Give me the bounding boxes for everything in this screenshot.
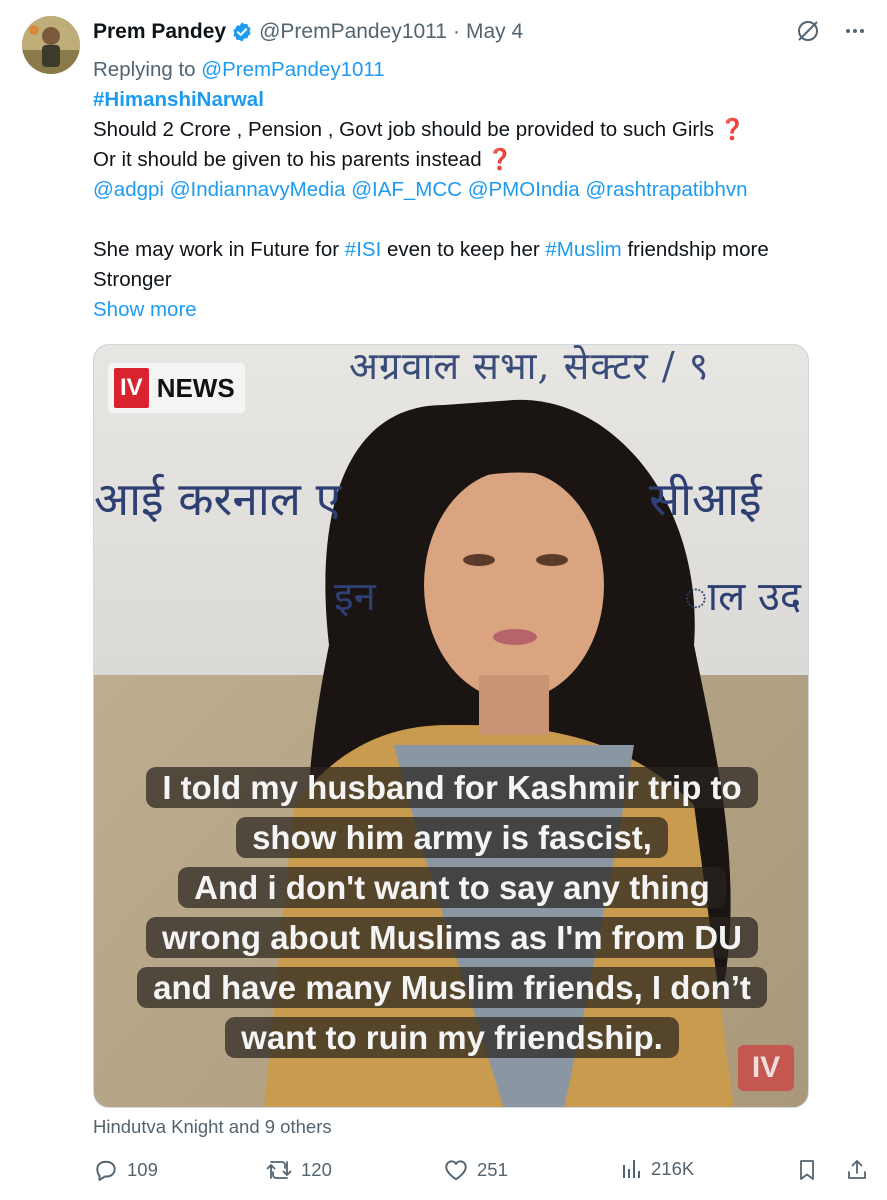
- mention-rashtrapatibhvn[interactable]: @rashtrapatibhvn: [585, 178, 747, 201]
- caption-line-4: wrong about Muslims as I'm from DU: [146, 917, 758, 958]
- caption-line-3: And i don't want to say any thing: [178, 867, 726, 908]
- header-separator: ·: [452, 20, 460, 43]
- caption-line-5: and have many Muslim friends, I don’t: [137, 967, 767, 1008]
- tweet-date[interactable]: May 4: [466, 20, 523, 44]
- repost-count: 120: [301, 1159, 332, 1180]
- like-button[interactable]: 251: [443, 1157, 508, 1183]
- text-line-2: Or it should be given to his parents ins…: [93, 145, 873, 175]
- repost-icon: [266, 1161, 292, 1179]
- verified-badge-icon[interactable]: [231, 21, 253, 43]
- caption-line-2: show him army is fascist,: [236, 817, 668, 858]
- top-right-actions: [795, 18, 867, 44]
- banner-text-mid-left: आई करनाल ए: [94, 472, 342, 526]
- bookmark-icon: [800, 1160, 814, 1180]
- avatar-image: [22, 16, 80, 74]
- text-line-4: Stronger: [93, 268, 172, 291]
- mention-pmoindia[interactable]: @PMOIndia: [468, 178, 580, 201]
- hashtag-himanshinarwal[interactable]: #HimanshiNarwal: [93, 88, 264, 111]
- text-line-3: She may work in Future for #ISI even to …: [93, 235, 873, 265]
- mention-indiannavymedia[interactable]: @IndiannavyMedia: [170, 178, 346, 201]
- hashtag-isi[interactable]: #ISI: [345, 238, 381, 261]
- mentions-line: @adgpi @IndiannavyMedia @IAF_MCC @PMOInd…: [93, 175, 873, 205]
- bookmark-button[interactable]: [795, 1157, 819, 1183]
- logo-news-text: NEWS: [156, 372, 235, 403]
- caption-line-6: want to ruin my friendship.: [225, 1017, 679, 1058]
- iv-news-logo: IV NEWS: [108, 363, 245, 413]
- replying-prefix: Replying to: [93, 58, 196, 81]
- grok-icon[interactable]: [795, 18, 821, 44]
- author-handle[interactable]: @PremPandey1011: [259, 20, 447, 44]
- action-bar: 109 120 251 216K: [93, 1157, 871, 1189]
- text-line-3-b: even to keep her: [386, 238, 540, 261]
- more-options-icon[interactable]: [843, 19, 867, 43]
- tweet-header: Prem Pandey @PremPandey1011 · May 4: [93, 16, 523, 48]
- question-mark-emoji: ❓: [487, 148, 513, 171]
- views-chart-icon: [623, 1160, 640, 1178]
- caption-line-1: I told my husband for Kashmir trip to: [146, 767, 758, 808]
- repost-button[interactable]: 120: [265, 1157, 332, 1183]
- heart-icon: [445, 1160, 467, 1181]
- banner-text-top: अग्रवाल सभा, सेक्टर / ९: [349, 344, 710, 388]
- media-caption: I told my husband for Kashmir trip to sh…: [94, 763, 808, 1063]
- question-mark-emoji: ❓: [719, 118, 746, 141]
- banner-text-mid-right: सीआई: [649, 472, 762, 526]
- mention-iaf-mcc[interactable]: @IAF_MCC: [351, 178, 462, 201]
- banner-text-low-left: इन: [334, 574, 376, 620]
- tweet-media-image[interactable]: अग्रवाल सभा, सेक्टर / ९ आई करनाल ए सीआई …: [93, 344, 809, 1108]
- avatar[interactable]: [22, 16, 80, 74]
- text-line-1: Should 2 Crore , Pension , Govt job shou…: [93, 115, 873, 145]
- show-more-link[interactable]: Show more: [93, 298, 197, 321]
- share-button[interactable]: [845, 1157, 869, 1183]
- views-button[interactable]: 216K: [621, 1157, 694, 1181]
- views-count: 216K: [651, 1158, 695, 1179]
- banner-text-low-right: ाल उद: [684, 574, 802, 620]
- reply-count: 109: [127, 1159, 158, 1180]
- mention-adgpi[interactable]: @adgpi: [93, 178, 164, 201]
- replying-line: Replying to @PremPandey1011: [93, 55, 873, 85]
- text-line-2-content: Or it should be given to his parents ins…: [93, 148, 482, 171]
- share-icon: [848, 1160, 866, 1179]
- liked-by-text[interactable]: Hindutva Knight and 9 others: [93, 1116, 332, 1138]
- text-line-1-content: Should 2 Crore , Pension , Govt job shou…: [93, 118, 715, 141]
- tweet-body: Replying to @PremPandey1011 #HimanshiNar…: [93, 55, 873, 325]
- reply-icon: [96, 1160, 116, 1181]
- replying-to-link[interactable]: @PremPandey1011: [201, 58, 384, 81]
- text-line-3-a: She may work in Future for: [93, 238, 340, 261]
- iv-watermark: IV: [738, 1045, 794, 1091]
- author-name[interactable]: Prem Pandey: [93, 20, 226, 44]
- logo-iv-mark: IV: [114, 368, 149, 408]
- reply-button[interactable]: 109: [93, 1157, 158, 1183]
- hashtag-muslim[interactable]: #Muslim: [545, 238, 621, 261]
- like-count: 251: [477, 1159, 508, 1180]
- text-line-3-c: friendship more: [627, 238, 769, 261]
